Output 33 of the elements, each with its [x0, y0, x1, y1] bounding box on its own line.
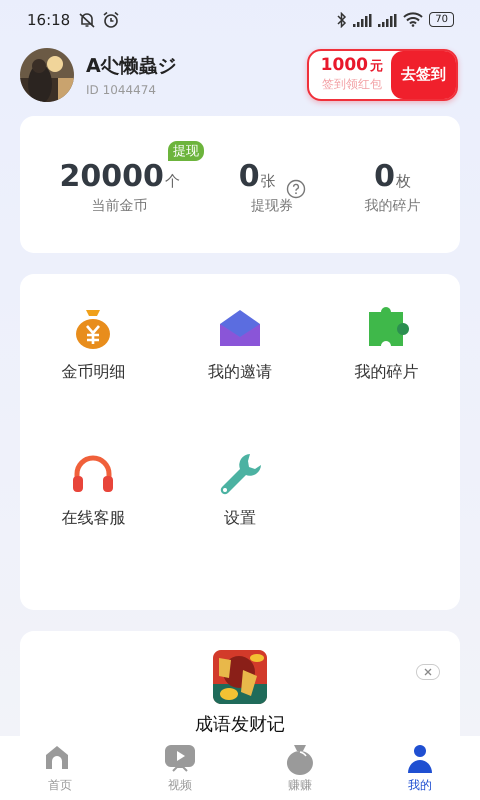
signal-icon: [378, 12, 398, 27]
battery-indicator: 70: [429, 12, 454, 28]
unit-label: 个: [164, 172, 180, 192]
signin-button[interactable]: 去签到: [391, 50, 456, 99]
user-name: A尐懒蟲ジ: [86, 54, 177, 79]
ad-title: 成语发财记: [195, 712, 285, 736]
unit-label: 张: [260, 172, 276, 192]
alarm-icon: [102, 10, 120, 29]
reward-amount: 1000元: [320, 56, 383, 76]
reward-caption: 签到领红包: [322, 76, 382, 94]
signin-banner[interactable]: 1000元 签到领红包 去签到: [306, 48, 458, 101]
menu-item-label[interactable]: 我的碎片: [354, 362, 419, 383]
signal-icon: [353, 12, 372, 27]
stat-value: 20000: [59, 161, 164, 194]
muted-bell-icon: [78, 10, 96, 29]
clock-time: 16:18: [27, 10, 70, 29]
close-icon[interactable]: [416, 664, 440, 680]
stat-value: 0: [374, 161, 395, 194]
wifi-icon: [403, 12, 424, 28]
menu-item-label[interactable]: 设置: [224, 508, 256, 529]
stat-label: 当前金币: [92, 197, 148, 216]
stat-value: 0: [238, 161, 260, 194]
menu-item-label[interactable]: 金币明细: [61, 362, 126, 383]
tab[interactable]: 我的: [380, 742, 460, 794]
menu-item-label[interactable]: 在线客服: [61, 508, 126, 529]
video-icon: [163, 742, 197, 774]
stat-label: 提现券: [251, 197, 294, 216]
unit-label: 枚: [396, 172, 411, 192]
help-icon[interactable]: [286, 179, 306, 200]
menu-item-label[interactable]: 我的邀请: [208, 362, 272, 383]
bluetooth-icon: [337, 12, 348, 28]
user-id: ID 1044474: [86, 82, 158, 97]
stat-label: 我的碎片: [364, 197, 421, 216]
